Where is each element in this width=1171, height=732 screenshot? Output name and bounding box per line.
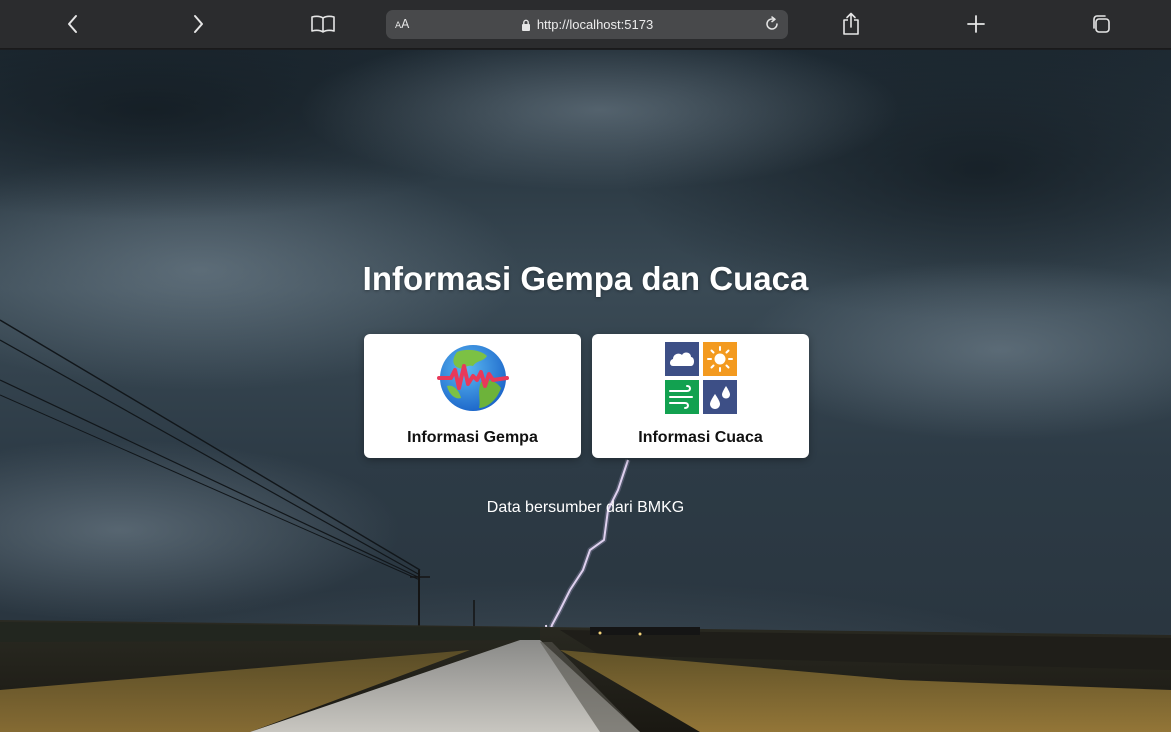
weather-grid-icon [665,342,737,414]
reader-button[interactable] [308,9,338,39]
weather-info-card[interactable]: Informasi Cuaca [592,334,809,458]
back-button[interactable] [58,9,88,39]
main-content: Informasi Gempa dan Cuaca Informasi Gemp… [0,50,1171,732]
earth-seismic-icon [437,345,509,411]
weather-card-label: Informasi Cuaca [638,429,763,446]
book-icon [311,15,335,33]
browser-toolbar: AA http://localhost:5173 [0,0,1171,49]
share-button[interactable] [836,9,866,39]
reload-button[interactable] [762,14,782,34]
plus-icon [967,15,985,33]
earthquake-info-card[interactable]: Informasi Gempa [364,334,581,458]
chevron-left-icon [68,15,77,33]
earthquake-card-label: Informasi Gempa [407,429,538,446]
chevron-right-icon [194,15,203,33]
new-tab-button[interactable] [961,9,991,39]
data-source-text: Data bersumber dari BMKG [486,499,685,516]
reload-icon [766,16,778,30]
lock-icon [521,19,530,31]
page-title: Informasi Gempa dan Cuaca [362,260,809,297]
tabs-overview-button[interactable] [1086,9,1116,39]
share-icon [843,12,859,35]
tabs-icon [1093,15,1110,33]
forward-button[interactable] [183,9,213,39]
address-bar[interactable]: AA http://localhost:5173 [386,10,788,39]
url-text: http://localhost:5173 [536,17,654,32]
